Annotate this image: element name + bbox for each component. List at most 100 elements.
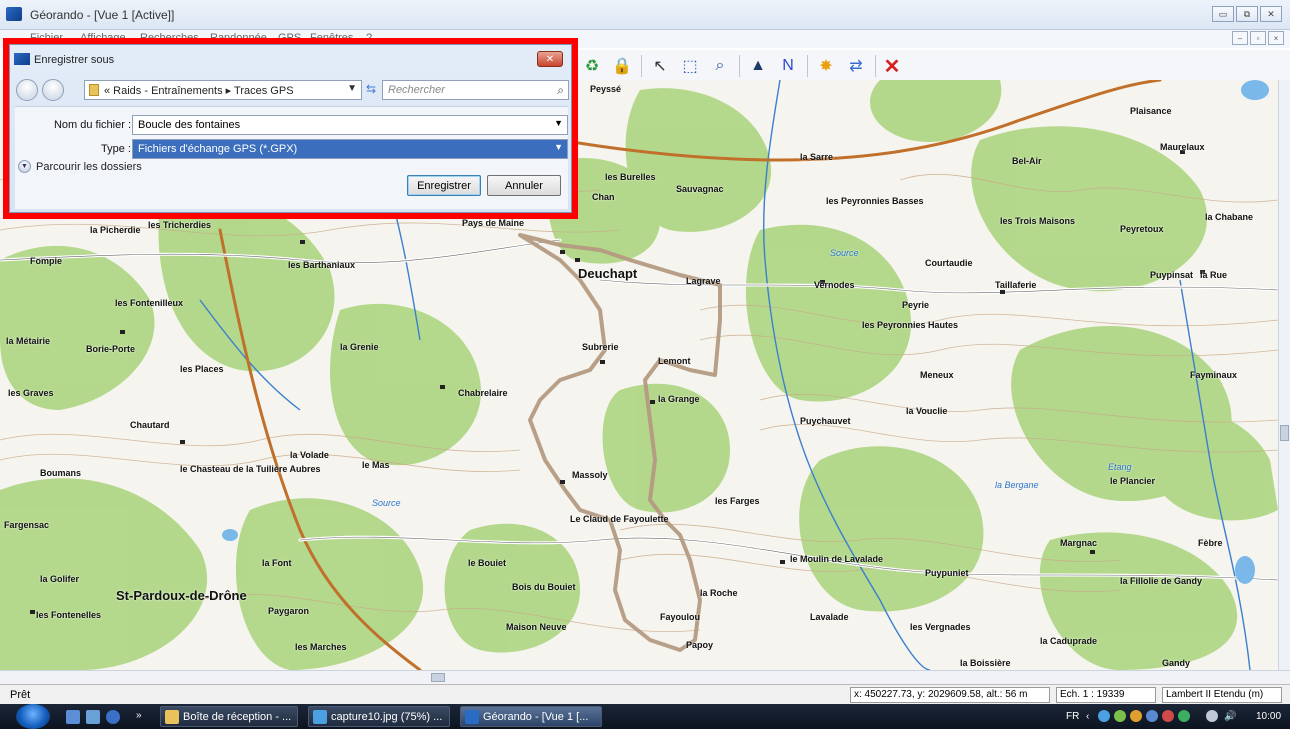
restore-button[interactable]: ⧉	[1236, 6, 1258, 22]
taskbar-item-inbox[interactable]: Boîte de réception - ...	[160, 706, 298, 727]
map-place-label: Lavalade	[810, 612, 849, 622]
taskbar-item-capture[interactable]: capture10.jpg (75%) ...	[308, 706, 450, 727]
minimize-button[interactable]: ▭	[1212, 6, 1234, 22]
map-place-label: les Fontenelles	[36, 610, 102, 620]
window-title: Géorando - [Vue 1 [Active]]	[30, 8, 175, 22]
close-button[interactable]: ✕	[1260, 6, 1282, 22]
taskbar-item-georando[interactable]: Géorando - [Vue 1 [...	[460, 706, 602, 727]
map-water-label: Source	[372, 498, 401, 508]
map-place-label: Chabrelaire	[458, 388, 508, 398]
show-desktop-icon[interactable]	[66, 710, 80, 724]
map-place-label: les Tricherdies	[148, 220, 212, 230]
map-place-label: la Grange	[658, 394, 700, 404]
map-place-label: Margnac	[1060, 538, 1098, 548]
map-place-label: les Marches	[295, 642, 347, 652]
route-icon[interactable]: N	[777, 55, 799, 77]
map-place-label: Puychauvet	[800, 416, 851, 426]
map-place-label: le Bouiet	[468, 558, 507, 568]
map-place-label: Papoy	[686, 640, 714, 650]
horizontal-scrollbar[interactable]	[0, 670, 1290, 684]
chevron-right-icon[interactable]: »	[136, 710, 150, 724]
map-water-label: Etang	[1108, 462, 1132, 472]
map-place-label: la Fillolie de Gandy	[1120, 576, 1203, 586]
toolbar-separator	[807, 55, 808, 77]
mdi-minimize-button[interactable]: –	[1232, 31, 1248, 45]
clock[interactable]: 10:00	[1256, 711, 1281, 722]
update-icon[interactable]	[1130, 710, 1142, 722]
map-place-label: Sauvagnac	[676, 184, 724, 194]
power-icon[interactable]	[1206, 710, 1218, 722]
mdi-restore-button[interactable]: ▫	[1250, 31, 1266, 45]
mdi-close-button[interactable]: ×	[1268, 31, 1284, 45]
map-place-label: la Métairie	[6, 336, 51, 346]
map-place-label: Peyssé	[590, 84, 622, 94]
status-ready: Prêt	[10, 689, 31, 701]
taskbar-item-label: Géorando - [Vue 1 [...	[483, 711, 589, 723]
projection-readout: Lambert II Etendu (m)	[1162, 687, 1282, 703]
map-place-label: les Places	[180, 364, 224, 374]
map-water-label: Source	[830, 248, 859, 258]
map-place-label: Puypinsat	[1150, 270, 1194, 280]
ie-icon[interactable]	[106, 710, 120, 724]
taskbar-item-label: capture10.jpg (75%) ...	[331, 711, 443, 723]
map-place-label: la Golifer	[40, 574, 80, 584]
network-icon[interactable]	[1098, 710, 1110, 722]
cursor-icon[interactable]: ↖	[649, 55, 671, 77]
map-place-label: les Barthaniaux	[288, 260, 356, 270]
statusbar: Prêt x: 450227.73, y: 2029609.58, alt.: …	[0, 684, 1290, 704]
coords-readout: x: 450227.73, y: 2029609.58, alt.: 56 m	[850, 687, 1050, 703]
window-controls: ▭ ⧉ ✕	[1212, 6, 1282, 22]
map-place-label: Maison Neuve	[506, 622, 567, 632]
waypoint-icon[interactable]: ✸	[815, 55, 837, 77]
vertical-scrollbar[interactable]	[1278, 80, 1290, 670]
map-place-label: le Plancier	[1110, 476, 1156, 486]
map-water-label: la Bergane	[995, 480, 1039, 490]
taskbar-item-label: Boîte de réception - ...	[183, 711, 292, 723]
map-place-label: Peyretoux	[1120, 224, 1164, 234]
volume-icon[interactable]: 🔊	[1224, 711, 1236, 722]
gps-transfer-icon[interactable]: ⇄	[845, 55, 867, 77]
map-place-label: Chautard	[130, 420, 170, 430]
zoom-rect-icon[interactable]: ⬚	[679, 55, 701, 77]
security-icon[interactable]	[1114, 710, 1126, 722]
zoom-out-icon[interactable]: ⌕	[709, 55, 731, 77]
mdi-controls: – ▫ ×	[1232, 31, 1284, 45]
map-place-label: les Peyronnies Basses	[826, 196, 924, 206]
map-place-label: Vernodes	[814, 280, 855, 290]
map-place-label: la Roche	[700, 588, 738, 598]
scale-readout: Ech. 1 : 19339	[1056, 687, 1156, 703]
map-place-label: Le Claud de Fayoulette	[570, 514, 669, 524]
bluetooth-icon[interactable]	[1146, 710, 1158, 722]
delete-icon[interactable]: ✕	[881, 55, 903, 78]
map-place-label: Puypuniet	[925, 568, 969, 578]
map-place-label: Maurelaux	[1160, 142, 1205, 152]
map-place-label: Deuchapt	[578, 266, 638, 281]
start-button[interactable]	[16, 704, 50, 729]
recycle-icon[interactable]: ♻	[581, 55, 603, 77]
system-tray: FR ‹ 🔊 10:00	[1060, 704, 1290, 729]
mail-icon	[165, 710, 179, 724]
window-titlebar: Géorando - [Vue 1 [Active]] ▭ ⧉ ✕	[0, 0, 1290, 30]
app-tray-icon[interactable]	[1178, 710, 1190, 722]
map-place-label: la Volade	[290, 450, 329, 460]
map-place-label: Bois du Bouiet	[512, 582, 576, 592]
map-place-label: le Moulin de Lavalade	[790, 554, 884, 564]
map-place-label: la Sarre	[800, 152, 834, 162]
alert-icon[interactable]	[1162, 710, 1174, 722]
map-place-label: Fayoulou	[660, 612, 700, 622]
georando-app-icon	[6, 7, 22, 21]
profile-icon[interactable]: ▲	[747, 55, 769, 77]
windows-taskbar: » Boîte de réception - ... capture10.jpg…	[0, 704, 1290, 729]
lock-icon[interactable]: 🔒	[611, 55, 633, 77]
language-indicator[interactable]: FR	[1066, 711, 1079, 722]
vertical-scroll-thumb[interactable]	[1280, 425, 1289, 441]
map-place-label: Paygaron	[268, 606, 310, 616]
map-place-label: la Picherdie	[90, 225, 141, 235]
map-place-label: Chan	[592, 192, 615, 202]
tray-expand-icon[interactable]: ‹	[1086, 711, 1089, 722]
map-place-label: Subrerie	[582, 342, 619, 352]
explorer-icon[interactable]	[86, 710, 100, 724]
horizontal-scroll-thumb[interactable]	[431, 673, 445, 682]
map-place-label: Pays de Maine	[462, 218, 525, 228]
map-place-label: Meneux	[920, 370, 954, 380]
